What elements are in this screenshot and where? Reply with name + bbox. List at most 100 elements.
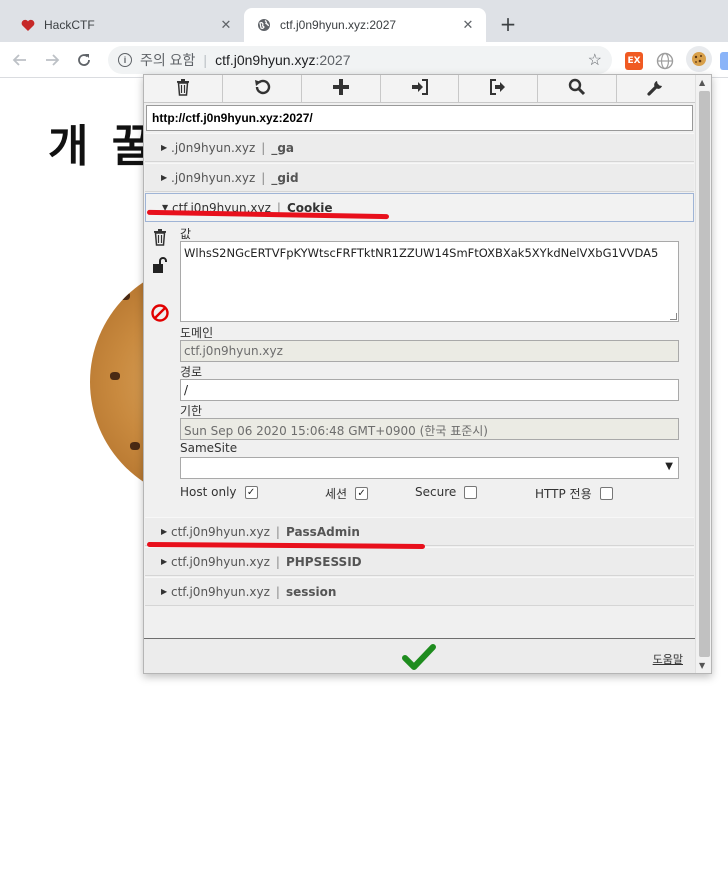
- expand-arrow-icon: ▶: [161, 557, 168, 566]
- security-status: 주의 요함: [140, 52, 196, 68]
- wrench-icon: [647, 78, 665, 100]
- session-label: 세션: [325, 487, 348, 501]
- add-cookie-button[interactable]: [302, 75, 381, 102]
- reload-icon[interactable]: [72, 48, 96, 72]
- session-checkbox[interactable]: ✓: [355, 487, 369, 500]
- expand-arrow-icon: ▶: [161, 143, 168, 152]
- secure-label: Secure: [415, 485, 457, 499]
- current-url: http://ctf.j0n9hyun.xyz:2027/: [146, 105, 693, 131]
- session-option[interactable]: 세션 ✓: [325, 485, 369, 502]
- address-port: :2027: [315, 52, 351, 68]
- close-tab-icon[interactable]: ✕: [458, 15, 478, 35]
- cookie-name: session: [285, 584, 337, 599]
- cookie-domain: ctf.j0n9hyun.xyz: [171, 584, 270, 599]
- row-separator: |: [275, 554, 280, 569]
- secure-option[interactable]: Secure: [415, 485, 478, 499]
- new-tab-button[interactable]: +: [496, 12, 520, 36]
- bookmark-star-icon[interactable]: ☆: [588, 50, 602, 70]
- hostonly-checkbox[interactable]: ✓: [244, 485, 258, 499]
- secure-checkbox[interactable]: [464, 485, 478, 499]
- httponly-label: HTTP 전용: [535, 487, 592, 501]
- search-icon: [568, 78, 586, 100]
- cookie-value-text: WlhsS2NGcERTVFpKYWtscFRFTktNR1ZZUW14SmFt…: [184, 246, 659, 260]
- row-separator: |: [261, 170, 266, 185]
- expiry-label: 기한: [180, 404, 203, 418]
- back-icon[interactable]: [8, 48, 32, 72]
- address-separator: |: [203, 52, 208, 68]
- tab-hackctf[interactable]: HackCTF ✕: [8, 8, 244, 42]
- options-button[interactable]: [617, 75, 695, 102]
- cookie-value-field[interactable]: WlhsS2NGcERTVFpKYWtscFRFTktNR1ZZUW14SmFt…: [180, 241, 679, 322]
- protect-cookie-button[interactable]: [150, 257, 170, 277]
- checkmark-icon: [402, 644, 436, 673]
- tab-title: HackCTF: [44, 18, 95, 32]
- cookie-domain: .j0n9hyun.xyz: [171, 140, 256, 155]
- cookie-editor-popup: http://ctf.j0n9hyun.xyz:2027/ ▶ .j0n9hyu…: [143, 74, 712, 674]
- row-separator: |: [275, 524, 280, 539]
- trash-icon: [152, 228, 168, 250]
- samesite-select[interactable]: ▼: [180, 457, 679, 479]
- expand-arrow-icon: ▶: [161, 587, 168, 596]
- httponly-checkbox[interactable]: [599, 487, 613, 500]
- globe-extension-icon[interactable]: [656, 52, 674, 70]
- cookie-row-gid[interactable]: ▶ .j0n9hyun.xyz | _gid: [145, 163, 694, 192]
- row-separator: |: [275, 584, 280, 599]
- unlock-icon: [151, 256, 169, 278]
- scroll-up-icon[interactable]: ▲: [699, 78, 705, 87]
- add-icon: [332, 78, 350, 100]
- address-host: ctf.j0n9hyun.xyz: [215, 52, 316, 68]
- popup-scrollbar[interactable]: ▲ ▼: [695, 75, 711, 673]
- cookie-name: _gid: [271, 170, 299, 185]
- globe-icon: [256, 17, 272, 33]
- page-heading: 개 꿀: [48, 121, 157, 172]
- reset-button[interactable]: [223, 75, 302, 102]
- domain-label: 도메인: [180, 326, 214, 340]
- ex-extension-icon[interactable]: EX: [625, 52, 643, 70]
- tab-title: ctf.j0n9hyun.xyz:2027: [280, 18, 397, 32]
- export-icon: [489, 78, 507, 99]
- forward-icon[interactable]: [40, 48, 64, 72]
- block-icon: [151, 304, 169, 326]
- cookie-row-phpsessid[interactable]: ▶ ctf.j0n9hyun.xyz | PHPSESSID: [145, 547, 694, 576]
- httponly-option[interactable]: HTTP 전용: [535, 485, 613, 502]
- cookie-extension-icon[interactable]: [686, 46, 712, 72]
- scroll-down-icon[interactable]: ▼: [699, 661, 705, 670]
- cookie-name: PHPSESSID: [285, 554, 362, 569]
- cookie-editor-footer: 도움말: [144, 638, 695, 673]
- cookie-row-cookie[interactable]: ▼ ctf.j0n9hyun.xyz | Cookie: [145, 193, 694, 222]
- expiry-field[interactable]: Sun Sep 06 2020 15:06:48 GMT+0900 (한국 표준…: [180, 418, 679, 440]
- cookie-domain: .j0n9hyun.xyz: [171, 170, 256, 185]
- import-button[interactable]: [381, 75, 460, 102]
- cookie-detail-panel: 값 WlhsS2NGcERTVFpKYWtscFRFTktNR1ZZUW14Sm…: [145, 223, 694, 518]
- path-field[interactable]: /: [180, 379, 679, 401]
- search-button[interactable]: [538, 75, 618, 102]
- dropdown-arrow-icon: ▼: [665, 461, 673, 472]
- extension-icon-partial[interactable]: [720, 52, 728, 70]
- cookie-row-session[interactable]: ▶ ctf.j0n9hyun.xyz | session: [145, 577, 694, 606]
- row-separator: |: [261, 140, 266, 155]
- hostonly-option[interactable]: Host only ✓: [180, 485, 258, 499]
- info-icon[interactable]: i: [118, 53, 132, 67]
- expand-arrow-icon: ▶: [161, 527, 168, 536]
- cookie-row-ga[interactable]: ▶ .j0n9hyun.xyz | _ga: [145, 133, 694, 162]
- export-button[interactable]: [459, 75, 539, 102]
- help-link[interactable]: 도움말: [653, 651, 683, 667]
- save-button[interactable]: [402, 643, 436, 673]
- delete-all-button[interactable]: [144, 75, 223, 102]
- cookie-name: PassAdmin: [285, 524, 360, 539]
- cookie-name: _ga: [271, 140, 294, 155]
- resize-handle-icon[interactable]: [670, 313, 677, 320]
- trash-icon: [175, 78, 191, 100]
- cookie-editor-toolbar: [144, 75, 695, 103]
- cookie-domain: ctf.j0n9hyun.xyz: [171, 554, 270, 569]
- samesite-label: SameSite: [180, 441, 238, 455]
- close-tab-icon[interactable]: ✕: [216, 15, 236, 35]
- block-cookie-button[interactable]: [150, 304, 170, 326]
- path-label: 경로: [180, 365, 203, 379]
- tab-strip: HackCTF ✕ ctf.j0n9hyun.xyz:2027 ✕ +: [0, 0, 728, 42]
- tab-ctf-site[interactable]: ctf.j0n9hyun.xyz:2027 ✕: [244, 8, 486, 42]
- scroll-thumb[interactable]: [699, 91, 710, 657]
- address-bar[interactable]: i 주의 요함 | ctf.j0n9hyun.xyz:2027 ☆: [108, 46, 612, 74]
- refresh-icon: [253, 78, 271, 100]
- delete-cookie-button[interactable]: [150, 229, 170, 249]
